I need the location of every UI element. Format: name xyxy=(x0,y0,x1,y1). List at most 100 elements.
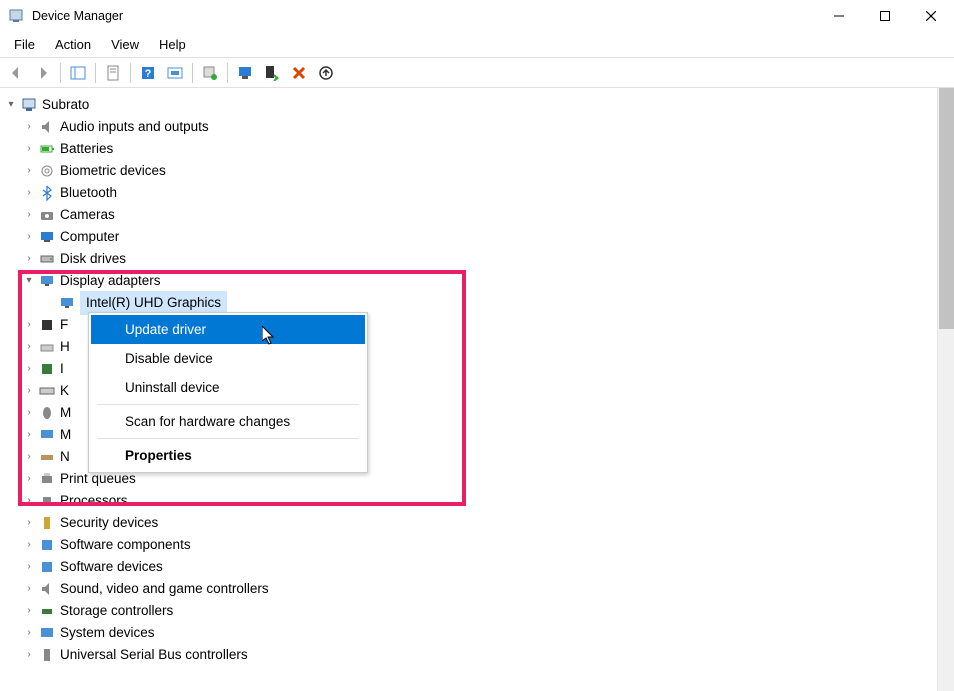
menu-help[interactable]: Help xyxy=(149,34,196,55)
forward-button[interactable] xyxy=(31,61,55,85)
ctx-uninstall-device[interactable]: Uninstall device xyxy=(91,373,365,402)
back-button[interactable] xyxy=(4,61,28,85)
imaging-icon xyxy=(38,360,56,378)
chevron-right-icon[interactable]: › xyxy=(22,516,36,530)
menu-view[interactable]: View xyxy=(101,34,149,55)
toolbar-separator xyxy=(130,63,131,83)
tree-item-label: Software devices xyxy=(60,556,163,578)
disable-device-button[interactable] xyxy=(260,61,284,85)
tree-item-label: H xyxy=(60,336,70,358)
scan-hardware-button[interactable] xyxy=(163,61,187,85)
close-button[interactable] xyxy=(908,0,954,32)
tree-item-label: F xyxy=(60,314,68,336)
tree-item[interactable]: ›System devices xyxy=(2,622,954,644)
tree-item[interactable]: ›Computer xyxy=(2,226,954,248)
minimize-button[interactable] xyxy=(816,0,862,32)
help-button[interactable]: ? xyxy=(136,61,160,85)
vertical-scrollbar[interactable] xyxy=(937,88,954,691)
chevron-right-icon[interactable]: › xyxy=(22,120,36,134)
show-hide-tree-button[interactable] xyxy=(66,61,90,85)
camera-icon xyxy=(38,206,56,224)
tree-item[interactable]: › Batteries xyxy=(2,138,954,160)
update-driver-toolbar-button[interactable] xyxy=(198,61,222,85)
chevron-right-icon[interactable]: › xyxy=(22,472,36,486)
tree-item[interactable]: › Cameras xyxy=(2,204,954,226)
tree-item-label: Display adapters xyxy=(60,270,161,292)
firmware-icon xyxy=(38,316,56,334)
tree-item-label: N xyxy=(60,446,70,468)
chevron-right-icon[interactable]: › xyxy=(22,494,36,508)
properties-button[interactable] xyxy=(101,61,125,85)
chevron-right-icon[interactable]: › xyxy=(22,208,36,222)
tree-item-gpu[interactable]: Intel(R) UHD Graphics xyxy=(2,292,954,314)
chevron-right-icon[interactable]: › xyxy=(22,186,36,200)
chevron-right-icon[interactable]: › xyxy=(22,384,36,398)
tree-item-label: Software components xyxy=(60,534,191,556)
tree-item[interactable]: › Processors xyxy=(2,490,954,512)
svg-text:?: ? xyxy=(145,68,152,80)
tree-item-label: M xyxy=(60,424,71,446)
tree-item-label: Batteries xyxy=(60,138,113,160)
tree-item[interactable]: › Software devices xyxy=(2,556,954,578)
tree-item-label: Processors xyxy=(60,490,128,512)
window-title: Device Manager xyxy=(32,9,816,23)
tree-item[interactable]: › Bluetooth xyxy=(2,182,954,204)
bluetooth-icon xyxy=(38,184,56,202)
tree-item-label: Cameras xyxy=(60,204,115,226)
speaker-icon xyxy=(38,118,56,136)
chevron-right-icon[interactable]: › xyxy=(22,560,36,574)
ctx-update-driver[interactable]: Update driver xyxy=(91,315,365,344)
computer-icon xyxy=(38,228,56,246)
toolbar: ? xyxy=(0,58,954,88)
chevron-right-icon[interactable]: › xyxy=(22,362,36,376)
chevron-right-icon[interactable]: › xyxy=(22,318,36,332)
add-legacy-hardware-button[interactable] xyxy=(314,61,338,85)
storage-icon xyxy=(38,602,56,620)
chevron-right-icon[interactable]: › xyxy=(22,406,36,420)
chevron-right-icon[interactable]: › xyxy=(22,428,36,442)
mouse-icon xyxy=(38,404,56,422)
scrollbar-thumb[interactable] xyxy=(939,88,954,329)
maximize-button[interactable] xyxy=(862,0,908,32)
chevron-right-icon[interactable]: › xyxy=(22,538,36,552)
chevron-right-icon[interactable]: › xyxy=(22,340,36,354)
menu-file[interactable]: File xyxy=(4,34,45,55)
chevron-right-icon[interactable]: › xyxy=(22,648,36,662)
chevron-right-icon[interactable]: › xyxy=(22,626,36,640)
tree-item[interactable]: › Software components xyxy=(2,534,954,556)
chevron-down-icon[interactable]: ▾ xyxy=(4,98,18,112)
tree-item-label: Bluetooth xyxy=(60,182,117,204)
chevron-right-icon[interactable]: › xyxy=(22,142,36,156)
tree-item-display-adapters[interactable]: ▾ Display adapters xyxy=(2,270,954,292)
tree-item[interactable]: ›Sound, video and game controllers xyxy=(2,578,954,600)
security-icon xyxy=(38,514,56,532)
tree-item[interactable]: ›Biometric devices xyxy=(2,160,954,182)
chevron-down-icon[interactable]: ▾ xyxy=(22,274,36,288)
chevron-right-icon[interactable]: › xyxy=(22,582,36,596)
ctx-disable-device[interactable]: Disable device xyxy=(91,344,365,373)
enable-device-button[interactable] xyxy=(233,61,257,85)
chevron-right-icon[interactable]: › xyxy=(22,252,36,266)
tree-item[interactable]: ›Storage controllers xyxy=(2,600,954,622)
battery-icon xyxy=(38,140,56,158)
software-icon xyxy=(38,558,56,576)
ctx-scan-hardware[interactable]: Scan for hardware changes xyxy=(91,407,365,436)
chevron-right-icon[interactable]: › xyxy=(22,604,36,618)
tree-item[interactable]: ›Universal Serial Bus controllers xyxy=(2,644,954,666)
fingerprint-icon xyxy=(38,162,56,180)
tree-root-node[interactable]: ▾ Subrato xyxy=(2,94,954,116)
chevron-right-icon[interactable]: › xyxy=(22,450,36,464)
chevron-right-icon[interactable]: › xyxy=(22,230,36,244)
hid-icon xyxy=(38,338,56,356)
toolbar-separator xyxy=(192,63,193,83)
ctx-properties[interactable]: Properties xyxy=(91,441,365,470)
tree-root-label: Subrato xyxy=(42,94,89,116)
keyboard-icon xyxy=(38,382,56,400)
tree-item-label: Disk drives xyxy=(60,248,126,270)
chevron-right-icon[interactable]: › xyxy=(22,164,36,178)
tree-item[interactable]: ›Security devices xyxy=(2,512,954,534)
tree-item[interactable]: › Disk drives xyxy=(2,248,954,270)
menu-action[interactable]: Action xyxy=(45,34,101,55)
uninstall-device-button[interactable] xyxy=(287,61,311,85)
tree-item[interactable]: ›Audio inputs and outputs xyxy=(2,116,954,138)
